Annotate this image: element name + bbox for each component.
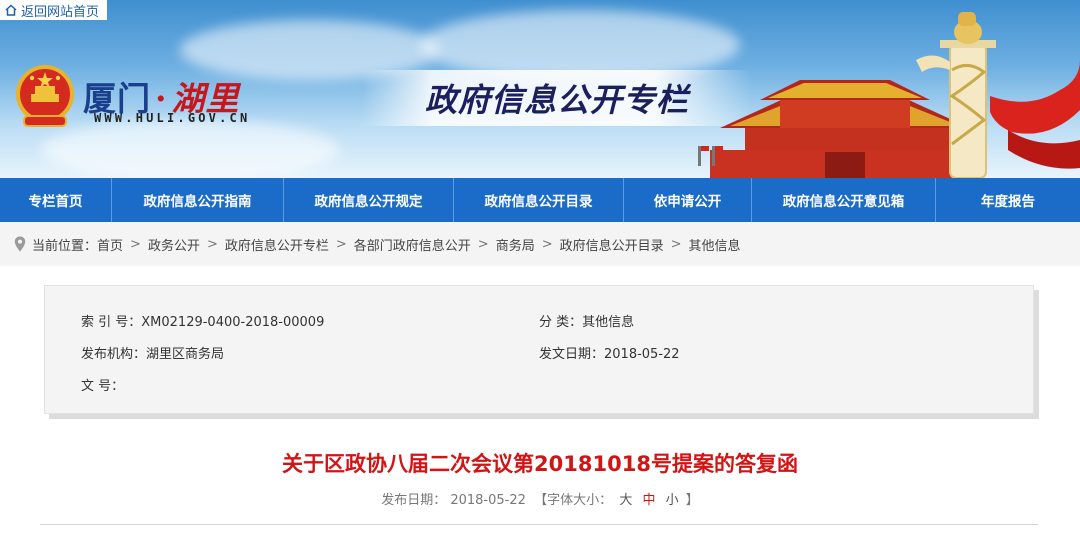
breadcrumb-item-departments[interactable]: 各部门政府信息公开 <box>354 235 471 254</box>
breadcrumb: 当前位置： 首页 > 政务公开 > 政府信息公开专栏 > 各部门政府信息公开 >… <box>0 222 1080 266</box>
main-navigation: 专栏首页 政府信息公开指南 政府信息公开规定 政府信息公开目录 依申请公开 政府… <box>0 178 1080 222</box>
publish-date-label: 发布日期： <box>381 493 447 508</box>
font-size-large-button[interactable]: 大 <box>616 493 635 508</box>
font-size-medium-button[interactable]: 中 <box>639 493 658 508</box>
breadcrumb-item-gov-affairs[interactable]: 政务公开 <box>148 235 200 254</box>
font-size-small-button[interactable]: 小 <box>663 493 682 508</box>
content-divider <box>40 524 1038 525</box>
back-to-home-label: 返回网站首页 <box>21 4 100 20</box>
breadcrumb-separator: > <box>130 236 141 252</box>
cloud-decoration <box>40 120 340 178</box>
breadcrumb-separator: > <box>477 236 489 252</box>
index-number: 索 引 号：XM02129-0400-2018-00009 <box>81 315 325 330</box>
nav-item-disclosure-on-request[interactable]: 依申请公开 <box>624 178 752 222</box>
header-banner: 返回网站首页 厦门 · 湖里 WWW.HULI.GOV.CN 政府信息公开专栏 <box>0 0 1080 178</box>
font-size-close-bracket: 】 <box>685 493 699 508</box>
article-meta: 发布日期： 2018-05-22 【字体大小： 大 中 小 】 <box>0 489 1080 508</box>
publish-date: 2018-05-22 <box>450 493 526 508</box>
home-icon <box>5 4 17 16</box>
national-emblem-icon <box>16 65 74 127</box>
breadcrumb-separator: > <box>335 236 347 252</box>
nav-item-disclosure-catalog[interactable]: 政府信息公开目录 <box>454 178 624 222</box>
article-title: 关于区政协八届二次会议第20181018号提案的答复函 <box>282 452 798 476</box>
publishing-agency: 发布机构：湖里区商务局 <box>81 347 225 362</box>
tiananmen-banner-illustration <box>698 12 1080 178</box>
nav-item-disclosure-regulations[interactable]: 政府信息公开规定 <box>284 178 454 222</box>
breadcrumb-separator: > <box>670 236 682 252</box>
document-number: 文 号： <box>81 379 125 394</box>
nav-item-annual-report[interactable]: 年度报告 <box>936 178 1080 222</box>
nav-item-feedback-box[interactable]: 政府信息公开意见箱 <box>752 178 936 222</box>
location-pin-icon <box>14 236 26 252</box>
breadcrumb-item-commerce-bureau[interactable]: 商务局 <box>496 235 535 254</box>
nav-item-column-home[interactable]: 专栏首页 <box>0 178 112 222</box>
breadcrumb-separator: > <box>206 236 218 252</box>
back-to-home-link[interactable]: 返回网站首页 <box>0 0 108 20</box>
breadcrumb-item-disclosure-column[interactable]: 政府信息公开专栏 <box>225 235 329 254</box>
logo-url: WWW.HULI.GOV.CN <box>94 111 251 125</box>
document-info-box: 索 引 号：XM02129-0400-2018-00009 分 类：其他信息 发… <box>44 285 1034 414</box>
breadcrumb-separator: > <box>541 236 553 252</box>
breadcrumb-item-other-info[interactable]: 其他信息 <box>689 235 741 254</box>
breadcrumb-item-catalog[interactable]: 政府信息公开目录 <box>560 235 664 254</box>
breadcrumb-item-home[interactable]: 首页 <box>97 235 123 254</box>
issue-date: 发文日期：2018-05-22 <box>539 347 680 362</box>
breadcrumb-prefix: 当前位置： <box>32 238 98 254</box>
font-size-label: 【字体大小： <box>534 493 613 508</box>
nav-item-disclosure-guide[interactable]: 政府信息公开指南 <box>112 178 284 222</box>
category: 分 类：其他信息 <box>539 315 635 330</box>
